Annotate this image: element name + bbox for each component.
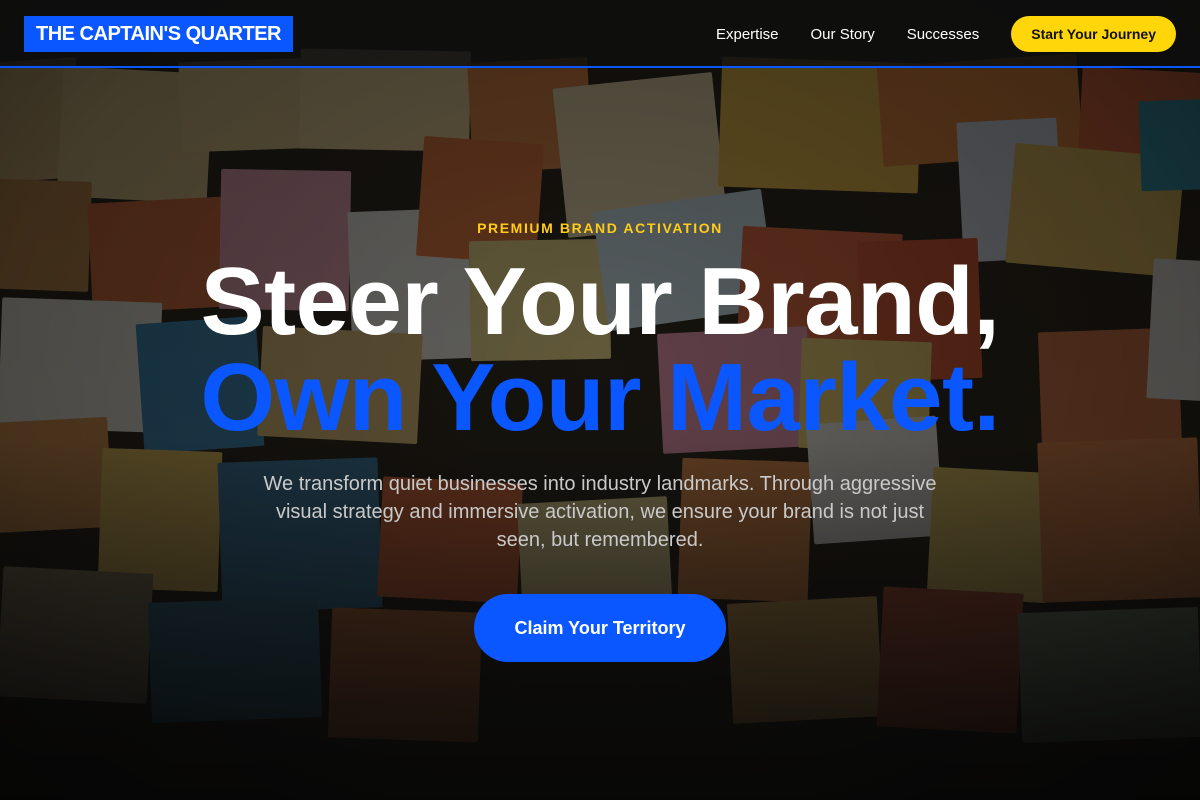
hero-subtext: We transform quiet businesses into indus… [263, 473, 937, 551]
hero-headline: Steer Your Brand, Own Your Market. [0, 254, 1200, 446]
claim-territory-button[interactable]: Claim Your Territory [474, 594, 726, 662]
brand-logo[interactable]: THE CAPTAIN'S QUARTER [24, 16, 293, 52]
nav-link-successes[interactable]: Successes [907, 26, 980, 43]
site-header: THE CAPTAIN'S QUARTER Expertise Our Stor… [0, 0, 1200, 68]
hero-headline-line2: Own Your Market. [200, 344, 1000, 451]
landing-page: THE CAPTAIN'S QUARTER Expertise Our Stor… [0, 0, 1200, 800]
start-journey-button[interactable]: Start Your Journey [1011, 16, 1176, 52]
hero-headline-line1: Steer Your Brand, [200, 248, 1000, 355]
nav-link-our-story[interactable]: Our Story [811, 26, 875, 43]
main-nav: Expertise Our Story Successes Start Your… [716, 0, 1176, 68]
nav-link-expertise[interactable]: Expertise [716, 26, 779, 43]
hero-eyebrow: PREMIUM BRAND ACTIVATION [477, 220, 723, 236]
hero-section: PREMIUM BRAND ACTIVATION Steer Your Bran… [0, 68, 1200, 800]
